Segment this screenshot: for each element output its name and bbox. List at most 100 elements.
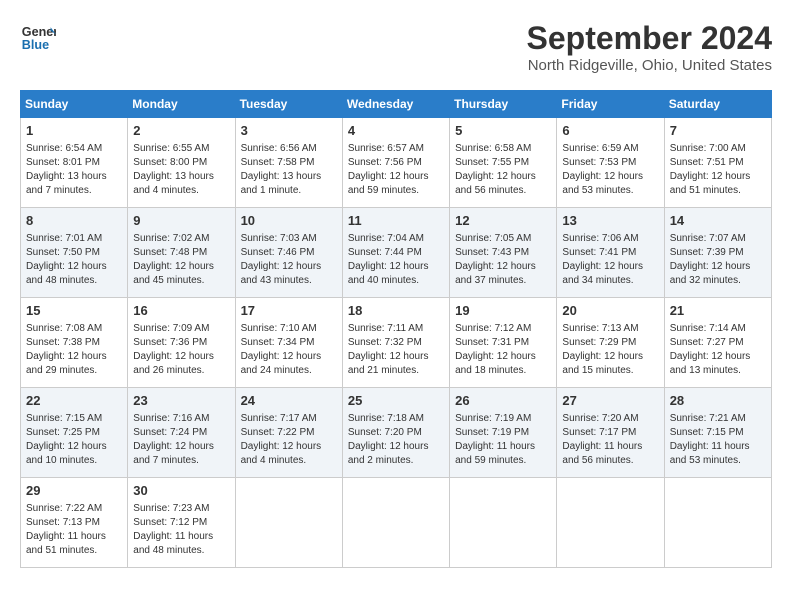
day-number: 30 [133,482,229,500]
day-info: Sunrise: 6:54 AMSunset: 8:01 PMDaylight:… [26,142,122,198]
day-info: Sunrise: 7:14 AMSunset: 7:27 PMDaylight:… [670,322,766,378]
calendar-cell [450,478,557,568]
col-header-saturday: Saturday [664,91,771,118]
day-number: 9 [133,212,229,230]
daylight-text: and 53 minutes. [562,185,633,196]
day-number: 25 [348,392,444,410]
day-number: 3 [241,122,337,140]
calendar-week-4: 22 Sunrise: 7:15 AMSunset: 7:25 PMDayligh… [21,388,772,478]
sunrise-text: Sunrise: 7:21 AM [670,413,746,424]
daylight-text: Daylight: 12 hours [241,441,322,452]
calendar-week-2: 8Sunrise: 7:01 AMSunset: 7:50 PMDaylight… [21,208,772,298]
calendar-week-5: 29Sunrise: 7:22 AMSunset: 7:13 PMDayligh… [21,478,772,568]
daylight-text: and 10 minutes. [26,455,97,466]
daylight-text: Daylight: 13 hours [241,171,322,182]
daylight-text: Daylight: 12 hours [455,171,536,182]
day-number: 26 [455,392,551,410]
calendar-week-1: 1Sunrise: 6:54 AMSunset: 8:01 PMDaylight… [21,118,772,208]
day-info: Sunrise: 7:17 AMSunset: 7:22 PMDaylight:… [241,412,337,468]
calendar-cell: 13 Sunrise: 7:06 AMSunset: 7:41 PMDayligh… [557,208,664,298]
daylight-text: and 32 minutes. [670,275,741,286]
page-header: General Blue September 2024 North Ridgev… [20,20,772,74]
daylight-text: and 59 minutes. [348,185,419,196]
calendar-cell: 1Sunrise: 6:54 AMSunset: 8:01 PMDaylight… [21,118,128,208]
title-block: September 2024 North Ridgeville, Ohio, U… [527,20,772,74]
calendar-table: SundayMondayTuesdayWednesdayThursdayFrid… [20,90,772,568]
sunset-text: Sunset: 7:38 PM [26,337,100,348]
daylight-text: Daylight: 13 hours [133,171,214,182]
daylight-text: Daylight: 11 hours [455,441,535,452]
calendar-cell: 14Sunrise: 7:07 AMSunset: 7:39 PMDayligh… [664,208,771,298]
day-number: 19 [455,302,551,320]
daylight-text: Daylight: 12 hours [241,351,322,362]
daylight-text: and 40 minutes. [348,275,419,286]
calendar-cell [342,478,449,568]
sunset-text: Sunset: 7:17 PM [562,427,636,438]
daylight-text: Daylight: 12 hours [26,261,107,272]
daylight-text: Daylight: 11 hours [562,441,642,452]
daylight-text: Daylight: 12 hours [26,351,107,362]
day-info: Sunrise: 7:16 AMSunset: 7:24 PMDaylight:… [133,412,229,468]
daylight-text: Daylight: 12 hours [26,441,107,452]
sunrise-text: Sunrise: 6:54 AM [26,143,102,154]
daylight-text: and 2 minutes. [348,455,414,466]
col-header-friday: Friday [557,91,664,118]
day-info: Sunrise: 7:09 AMSunset: 7:36 PMDaylight:… [133,322,229,378]
sunset-text: Sunset: 7:22 PM [241,427,315,438]
col-header-tuesday: Tuesday [235,91,342,118]
calendar-cell: 9 Sunrise: 7:02 AMSunset: 7:48 PMDaylight… [128,208,235,298]
day-number: 15 [26,302,122,320]
sunset-text: Sunset: 7:51 PM [670,157,744,168]
sunset-text: Sunset: 7:12 PM [133,517,207,528]
daylight-text: Daylight: 12 hours [455,351,536,362]
day-info: Sunrise: 6:56 AMSunset: 7:58 PMDaylight:… [241,142,337,198]
day-info: Sunrise: 7:08 AM Sunset: 7:38 PM Daylight:… [26,322,122,378]
daylight-text: and 13 minutes. [670,365,741,376]
calendar-cell: 19Sunrise: 7:12 AMSunset: 7:31 PMDayligh… [450,298,557,388]
day-info: Sunrise: 6:58 AMSunset: 7:55 PMDaylight:… [455,142,551,198]
calendar-cell: 17Sunrise: 7:10 AMSunset: 7:34 PMDayligh… [235,298,342,388]
daylight-text: Daylight: 12 hours [670,171,751,182]
daylight-text: and 18 minutes. [455,365,526,376]
day-number: 23 [133,392,229,410]
day-info: Sunrise: 7:22 AMSunset: 7:13 PMDaylight:… [26,502,122,558]
sunrise-text: Sunrise: 7:04 AM [348,233,424,244]
day-number: 13 [562,212,658,230]
sunrise-text: Sunrise: 6:57 AM [348,143,424,154]
sunset-text: Sunset: 7:39 PM [670,247,744,258]
daylight-text: and 56 minutes. [562,455,633,466]
day-info: Sunrise: 7:02 AMSunset: 7:48 PMDaylight:… [133,232,229,288]
sunset-text: Sunset: 7:15 PM [670,427,744,438]
sunrise-text: Sunrise: 7:13 AM [562,323,638,334]
sunset-text: Sunset: 7:48 PM [133,247,207,258]
daylight-text: Daylight: 12 hours [133,441,214,452]
daylight-text: and 48 minutes. [26,275,97,286]
day-number: 22 [26,392,122,410]
calendar-cell: 27Sunrise: 7:20 AMSunset: 7:17 PMDayligh… [557,388,664,478]
day-number: 16 [133,302,229,320]
calendar-cell: 25 Sunrise: 7:18 AMSunset: 7:20 PMDayligh… [342,388,449,478]
day-number: 4 [348,122,444,140]
daylight-text: Daylight: 12 hours [562,261,643,272]
sunrise-text: Sunrise: 7:05 AM [455,233,531,244]
day-info: Sunrise: 7:11 AMSunset: 7:32 PMDaylight:… [348,322,444,378]
sunrise-text: Sunrise: 6:56 AM [241,143,317,154]
day-info: Sunrise: 7:23 AMSunset: 7:12 PMDaylight:… [133,502,229,558]
calendar-cell: 20Sunrise: 7:13 AMSunset: 7:29 PMDayligh… [557,298,664,388]
sunrise-text: Sunrise: 7:08 AM [26,323,102,334]
day-info: Sunrise: 7:18 AMSunset: 7:20 PMDaylight:… [348,412,444,468]
sunset-text: Sunset: 7:41 PM [562,247,636,258]
calendar-cell: 7Sunrise: 7:00 AMSunset: 7:51 PMDaylight… [664,118,771,208]
day-info: Sunrise: 7:06 AMSunset: 7:41 PMDaylight:… [562,232,658,288]
sunrise-text: Sunrise: 7:16 AM [133,413,209,424]
day-number: 18 [348,302,444,320]
calendar-cell: 24Sunrise: 7:17 AMSunset: 7:22 PMDayligh… [235,388,342,478]
day-info: Sunrise: 7:15 AMSunset: 7:25 PMDaylight:… [26,412,122,468]
day-info: Sunrise: 7:20 AMSunset: 7:17 PMDaylight:… [562,412,658,468]
calendar-cell [664,478,771,568]
day-number: 20 [562,302,658,320]
col-header-thursday: Thursday [450,91,557,118]
calendar-cell: 2Sunrise: 6:55 AMSunset: 8:00 PMDaylight… [128,118,235,208]
daylight-text: and 1 minute. [241,185,302,196]
daylight-text: and 7 minutes. [26,185,92,196]
